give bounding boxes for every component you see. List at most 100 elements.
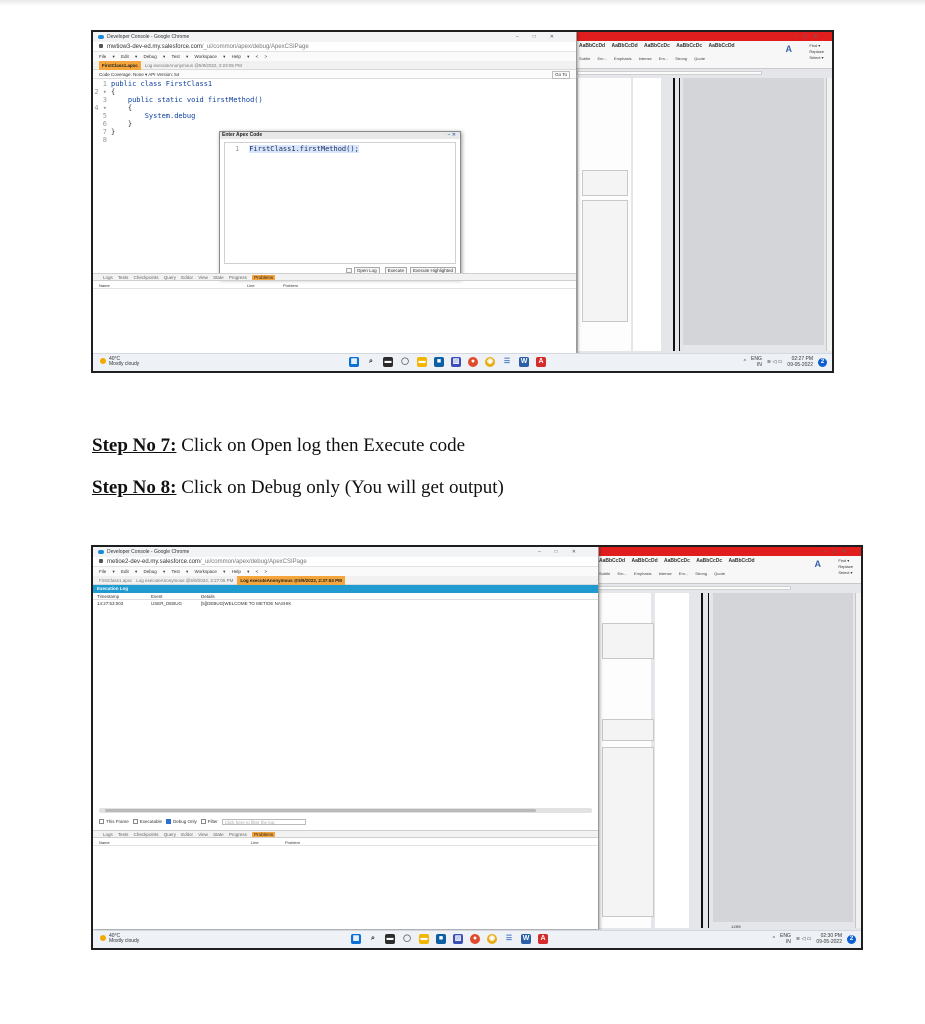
language-indicator[interactable]: ENG IN	[751, 356, 762, 368]
console-menu-bar[interactable]: File ▾ Edit ▾ Debug ▾ Test ▾ Workspace ▾…	[93, 567, 598, 576]
col-name: Name	[99, 283, 110, 288]
word-vertical-scrollbar[interactable]	[826, 78, 832, 351]
tab-firstclass1[interactable]: FirstClass1.apxc	[99, 576, 132, 585]
store-icon[interactable]: ■	[436, 934, 446, 944]
word-background-window: –□✕ AaBbCcDd AaBbCcDd AaBbCcDc AaBbCcDc …	[595, 547, 861, 930]
apex-code-input[interactable]: 1 FirstClass1.firstMethod();	[224, 142, 456, 264]
this-frame-checkbox[interactable]: This Frame	[99, 818, 129, 826]
notepad-icon[interactable]: ☰	[504, 934, 514, 944]
log-row[interactable]: 14:27:53:003 USER_DEBUG [5]|DEBUG|WELCOM…	[93, 600, 598, 607]
tab-problems[interactable]: Problems	[252, 275, 276, 280]
enter-apex-code-dialog: Enter Apex Code – ✕ 1 FirstClass1.firstMet…	[219, 131, 461, 279]
acrobat-icon[interactable]: A	[538, 934, 548, 944]
address-bar[interactable]: metioe2-dev-ed.my.salesforce.com/_ui/com…	[93, 557, 598, 567]
executable-checkbox[interactable]: Executable	[132, 818, 162, 826]
chrome-icon[interactable]: ◉	[485, 357, 495, 367]
notepad-icon[interactable]: ☰	[502, 357, 512, 367]
weather-widget[interactable]: 40°C Mostly cloudy	[100, 357, 139, 367]
weather-widget[interactable]: 40°C Mostly cloudy	[100, 934, 139, 944]
system-tray: ^ ENG IN ≋ ◁ ▭ 02:30 PM 09-05-2022 2	[773, 933, 856, 945]
page-edge-line	[701, 593, 703, 928]
nested-screenshot-thumbnail	[582, 170, 628, 196]
tab-firstclass1[interactable]: FirstClass1.apxc	[99, 61, 141, 70]
col-event[interactable]: Event	[151, 593, 163, 600]
search-icon[interactable]: ⌕	[366, 357, 376, 367]
step-8-label: Step No 8:	[92, 477, 177, 498]
word-canvas-gray	[683, 78, 824, 345]
change-styles-icon[interactable]: A	[786, 44, 793, 54]
taskbar-apps: ▦ ⌕ ▬ ◯ ▬ ■ ▨ ● ◉ ☰ W A	[349, 357, 546, 367]
task-view-icon[interactable]: ▬	[383, 357, 393, 367]
address-bar[interactable]: mwtiow3-dev-ed.my.salesforce.com/_ui/com…	[93, 42, 576, 52]
dialog-title: Enter Apex Code	[222, 132, 263, 138]
col-details[interactable]: Details	[201, 593, 215, 600]
screenshot-execute-anonymous: –□✕ AaBbCcDd AaBbCcDd AaBbCcDc AaBbCcDc …	[91, 30, 834, 373]
col-timestamp[interactable]: Timestamp	[97, 593, 119, 600]
filter-checkbox[interactable]: Filter	[200, 818, 218, 826]
tab-log[interactable]: Log executeAnonymous @5/9/2022, 2:27:05 …	[136, 576, 233, 585]
change-styles-icon[interactable]: A	[815, 559, 822, 569]
acrobat-icon[interactable]: A	[536, 357, 546, 367]
col-problem: Problem	[283, 283, 298, 288]
photos-icon[interactable]: ▨	[453, 934, 463, 944]
select-button[interactable]: Select ▾	[838, 570, 853, 576]
file-explorer-icon[interactable]: ▬	[419, 934, 429, 944]
window-title: Developer Console - Google Chrome	[107, 34, 190, 40]
wifi-icon[interactable]: ≋ ◁ ▭	[796, 936, 812, 942]
debug-only-checkbox[interactable]: Debug Only	[166, 818, 197, 826]
style-sample: AaBbCcDd	[728, 558, 755, 564]
clock[interactable]: 02:30 PM 09-05-2022	[816, 933, 842, 945]
nested-screenshot-thumbnail	[602, 719, 654, 741]
tray-arrow-icon[interactable]: ^	[744, 359, 746, 365]
word-page-strip	[633, 78, 661, 351]
select-button[interactable]: Select ▾	[809, 55, 824, 61]
tab-log[interactable]: Log executeAnonymous @5/9/2022, 2:23:05 …	[145, 61, 242, 70]
bottom-panel-tabs[interactable]: Logs Tests Checkpoints Query Editor View…	[93, 273, 576, 281]
problems-columns: Name Line Problem	[93, 839, 598, 846]
window-controls[interactable]: –□✕	[516, 32, 568, 42]
developer-console-logo	[98, 34, 104, 39]
chat-icon[interactable]: ◯	[400, 357, 410, 367]
bottom-panel-tabs[interactable]: Logs Tests Checkpoints Query Editor View…	[93, 830, 598, 838]
word-vertical-scrollbar[interactable]	[855, 593, 861, 928]
url-path: /_ui/common/apex/debug/ApexCSIPage	[201, 44, 309, 50]
task-view-icon[interactable]: ▬	[385, 934, 395, 944]
tray-arrow-icon[interactable]: ^	[773, 936, 775, 942]
notification-icon[interactable]: 2	[818, 357, 827, 367]
word-page-thumbnails	[597, 593, 654, 928]
dialog-title-bar: Enter Apex Code – ✕	[220, 132, 460, 139]
app-icon[interactable]: ●	[470, 934, 480, 944]
word-icon[interactable]: W	[521, 934, 531, 944]
tab-log-active[interactable]: Log executeAnonymous @5/9/2022, 2:37:53 …	[237, 576, 345, 585]
search-icon[interactable]: ⌕	[368, 934, 378, 944]
line-number: 1	[235, 145, 240, 153]
window-controls[interactable]: –□✕	[538, 547, 590, 557]
clock[interactable]: 02:27 PM 09-05-2022	[787, 356, 813, 368]
app-icon[interactable]: ●	[468, 357, 478, 367]
word-window-controls: –□✕	[823, 549, 853, 555]
word-icon[interactable]: W	[519, 357, 529, 367]
go-to-button[interactable]: Go To	[552, 71, 570, 79]
notification-icon[interactable]: 2	[847, 934, 856, 944]
photos-icon[interactable]: ▨	[451, 357, 461, 367]
log-horizontal-scrollbar[interactable]	[99, 808, 592, 813]
tab-problems[interactable]: Problems	[252, 832, 276, 837]
wifi-icon[interactable]: ≋ ◁ ▭	[767, 359, 783, 365]
close-icon[interactable]: – ✕	[448, 132, 456, 139]
filter-input[interactable]: Click here to filter the log	[221, 819, 306, 825]
language-indicator[interactable]: ENG IN	[780, 933, 791, 945]
chrome-title-bar: Developer Console - Google Chrome –□✕	[93, 547, 598, 557]
console-menu-bar[interactable]: File ▾ Edit ▾ Debug ▾ Test ▾ Workspace ▾…	[93, 52, 576, 61]
chat-icon[interactable]: ◯	[402, 934, 412, 944]
word-style-gallery: AaBbCcDd AaBbCcDd AaBbCcDc AaBbCcDc AaBb…	[579, 43, 740, 49]
code-coverage-select[interactable]: Code Coverage: None ▾ API Version: 54	[99, 72, 179, 77]
log-event: USER_DEBUG	[151, 601, 183, 606]
url-host: metioe2-dev-ed.my.salesforce.com	[107, 559, 200, 565]
start-icon[interactable]: ▦	[351, 934, 361, 944]
style-sample: AaBbCcDc	[664, 558, 690, 564]
start-icon[interactable]: ▦	[349, 357, 359, 367]
chrome-icon[interactable]: ◉	[487, 934, 497, 944]
file-explorer-icon[interactable]: ▬	[417, 357, 427, 367]
apex-code-text: FirstClass1.firstMethod();	[249, 145, 359, 153]
store-icon[interactable]: ■	[434, 357, 444, 367]
